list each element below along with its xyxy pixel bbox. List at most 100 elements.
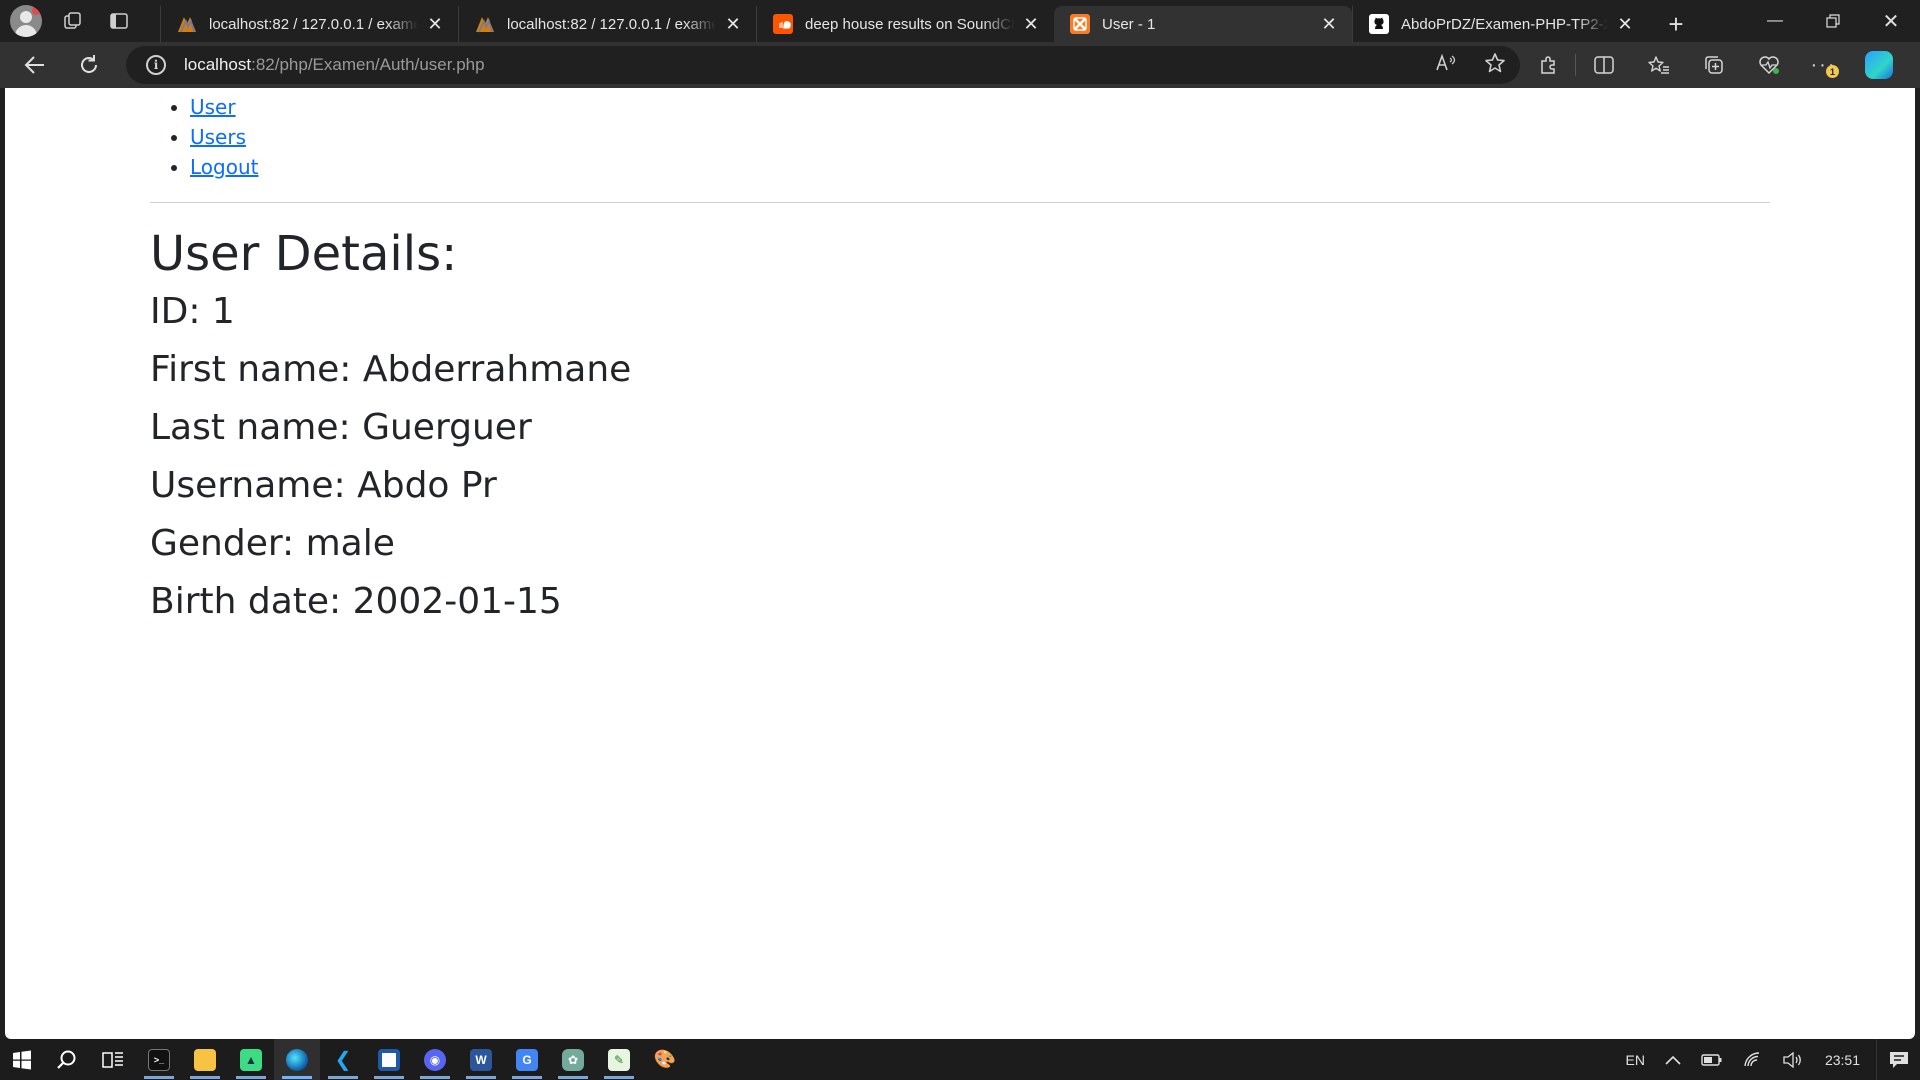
soundcloud-icon <box>773 14 793 34</box>
phpmyadmin-icon <box>475 14 495 34</box>
nav-link-users[interactable]: Users <box>190 125 246 149</box>
translate-glyph: G <box>516 1048 538 1071</box>
favorite-star-icon[interactable] <box>1484 52 1506 79</box>
close-tab-icon[interactable]: ✕ <box>424 13 446 35</box>
battery-icon[interactable] <box>1691 1053 1733 1067</box>
more-options-icon[interactable]: ··· 1 <box>1796 42 1851 88</box>
user-id: ID: 1 <box>150 291 235 332</box>
system-tray: EN 23:51 <box>1616 1039 1920 1080</box>
tabstrip-left-controls <box>0 0 160 42</box>
tab-github[interactable]: AbdoPrDZ/Examen-PHP-TP2-2023 ✕ <box>1352 6 1648 42</box>
tab-strip: localhost:82 / 127.0.0.1 / examen ✕ loca… <box>0 0 1920 42</box>
volume-icon[interactable] <box>1773 1051 1813 1068</box>
chatgpt-icon[interactable]: ✿ <box>550 1039 596 1080</box>
notification-badge: 1 <box>1826 65 1839 78</box>
paint-glyph: 🎨 <box>653 1049 677 1069</box>
user-last-name: Last name: Guerguer <box>150 407 532 448</box>
close-tab-icon[interactable]: ✕ <box>1020 13 1042 35</box>
android-studio-icon[interactable]: ▲ <box>228 1039 274 1080</box>
nav-links: User Users Logout <box>150 92 1770 182</box>
discord-glyph: ◉ <box>424 1048 446 1071</box>
file-explorer-icon[interactable] <box>182 1039 228 1080</box>
notification-center-icon[interactable] <box>1876 1039 1920 1080</box>
terminal-icon[interactable]: >_ <box>136 1039 182 1080</box>
tab-title: deep house results on SoundCloud <box>805 15 1014 33</box>
edge-icon[interactable] <box>274 1039 320 1080</box>
discord-icon[interactable]: ◉ <box>412 1039 458 1080</box>
paint-icon[interactable]: 🎨 <box>642 1039 688 1080</box>
browser-essentials-icon[interactable] <box>1741 42 1796 88</box>
user-username: Username: Abdo Pr <box>150 465 497 506</box>
terminal-glyph: >_ <box>148 1048 170 1071</box>
window-controls: — ✕ <box>1746 0 1920 42</box>
wifi-icon[interactable] <box>1733 1051 1773 1068</box>
close-tab-icon[interactable]: ✕ <box>722 13 744 35</box>
page-title: User Details: <box>150 226 458 282</box>
workspaces-icon[interactable] <box>58 6 88 36</box>
new-tab-button[interactable]: + <box>1656 6 1696 42</box>
site-info-icon[interactable]: i <box>146 55 166 75</box>
xampp-icon <box>1070 14 1090 34</box>
favorites-icon[interactable] <box>1631 42 1686 88</box>
translate-icon[interactable]: G <box>504 1039 550 1080</box>
url-text[interactable]: localhost:82/php/Examen/Auth/user.php <box>184 55 485 75</box>
tab-soundcloud[interactable]: deep house results on SoundCloud ✕ <box>756 6 1054 42</box>
app-window-icon[interactable] <box>366 1039 412 1080</box>
address-bar[interactable]: i localhost:82/php/Examen/Auth/user.php <box>126 46 1520 84</box>
close-tab-icon[interactable]: ✕ <box>1318 13 1340 35</box>
close-tab-icon[interactable]: ✕ <box>1614 13 1636 35</box>
android-glyph: ▲ <box>240 1048 262 1071</box>
vscode-icon[interactable]: ❮ <box>320 1039 366 1080</box>
minimize-icon[interactable]: — <box>1746 0 1804 42</box>
back-arrow-icon[interactable] <box>14 47 56 83</box>
url-host: localhost <box>184 55 252 74</box>
nav-link-logout[interactable]: Logout <box>190 155 258 179</box>
tab-title: AbdoPrDZ/Examen-PHP-TP2-2023 <box>1401 15 1608 33</box>
extensions-icon[interactable] <box>1520 42 1575 88</box>
page-viewport: User Users Logout User Details: ID: 1 Fi… <box>5 88 1915 1039</box>
tab-list: localhost:82 / 127.0.0.1 / examen ✕ loca… <box>160 0 1696 42</box>
notepad-glyph: ✎ <box>608 1048 630 1071</box>
copilot-logo <box>1864 51 1893 79</box>
nav-link-user[interactable]: User <box>190 95 236 119</box>
tab-title: User - 1 <box>1102 15 1156 33</box>
word-icon[interactable]: W <box>458 1039 504 1080</box>
word-glyph: W <box>470 1048 492 1071</box>
read-aloud-icon[interactable] <box>1436 53 1458 77</box>
tab-phpmyadmin-2[interactable]: localhost:82 / 127.0.0.1 / examen ✕ <box>458 6 756 42</box>
edge-glyph <box>286 1048 308 1071</box>
vscode-glyph: ❮ <box>334 1049 352 1071</box>
collections-icon[interactable] <box>1686 42 1741 88</box>
copilot-icon[interactable] <box>1851 42 1906 88</box>
split-screen-icon[interactable] <box>1576 42 1631 88</box>
notepad-icon[interactable]: ✎ <box>596 1039 642 1080</box>
start-button[interactable] <box>0 1039 44 1080</box>
window-glyph <box>378 1048 400 1071</box>
close-window-icon[interactable]: ✕ <box>1862 0 1920 42</box>
restore-icon[interactable] <box>1804 0 1862 42</box>
address-bar-actions <box>1436 46 1506 84</box>
user-birth-date: Birth date: 2002-01-15 <box>150 581 562 622</box>
url-path: :82/php/Examen/Auth/user.php <box>251 55 485 74</box>
chatgpt-glyph: ✿ <box>562 1048 584 1071</box>
tab-title: localhost:82 / 127.0.0.1 / examen <box>209 15 418 33</box>
tab-phpmyadmin-1[interactable]: localhost:82 / 127.0.0.1 / examen ✕ <box>160 6 458 42</box>
user-first-name: First name: Abderrahmane <box>150 349 632 390</box>
nav-item-user: User <box>190 92 1770 122</box>
phpmyadmin-icon <box>177 14 197 34</box>
toolbar-right: ··· 1 <box>1520 42 1906 88</box>
profile-avatar-icon[interactable] <box>10 5 42 37</box>
vertical-tabs-icon[interactable] <box>104 6 134 36</box>
clock[interactable]: 23:51 <box>1813 1052 1876 1068</box>
tab-user-1[interactable]: User - 1 ✕ <box>1054 6 1352 42</box>
refresh-icon[interactable] <box>68 47 110 83</box>
windows-taskbar: >_ ▲ ❮ ◉ W G ✿ ✎ 🎨 EN 23:51 <box>0 1039 1920 1080</box>
nav-item-users: Users <box>190 122 1770 152</box>
chevron-up-icon[interactable] <box>1655 1055 1691 1065</box>
language-indicator[interactable]: EN <box>1616 1052 1655 1068</box>
user-gender: Gender: male <box>150 523 395 564</box>
folder-glyph <box>194 1048 216 1071</box>
task-view-icon[interactable] <box>90 1039 136 1080</box>
search-icon[interactable] <box>44 1039 90 1080</box>
page-content: User Users Logout User Details: ID: 1 Fi… <box>150 88 1770 631</box>
